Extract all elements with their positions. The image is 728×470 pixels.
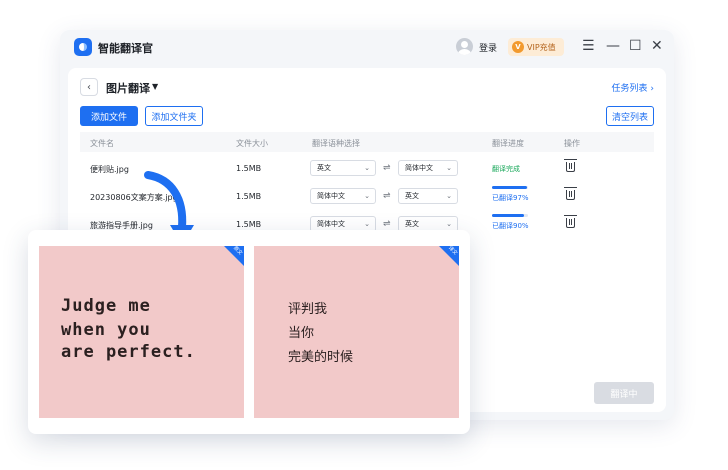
progress-fill <box>492 214 525 217</box>
progress-fill <box>492 186 527 189</box>
stage: 智能翻译官 登录 V VIP充值 ☰ — ☐ ✕ ‹ 图片翻译 ▼ 任务列表 ›… <box>0 0 728 470</box>
chevron-down-icon: ⌄ <box>364 164 370 172</box>
back-button[interactable]: ‹ <box>80 78 98 96</box>
vip-icon: V <box>512 41 524 53</box>
file-size: 1.5MB <box>236 164 262 173</box>
source-language-select[interactable]: 英文 ⌄ <box>310 160 376 176</box>
target-language-select[interactable]: 简体中文 ⌄ <box>398 160 458 176</box>
status-text: 已翻译97% <box>492 194 529 202</box>
menu-icon[interactable]: ☰ <box>582 37 595 55</box>
chevron-down-icon: ⌄ <box>364 220 370 228</box>
header-actions: 操作 <box>564 139 580 148</box>
app-logo-icon <box>74 38 92 56</box>
table-header: 文件名 文件大小 翻译语种选择 翻译进度 操作 <box>80 132 654 152</box>
trash-icon[interactable] <box>564 159 577 172</box>
swap-icon[interactable]: ⇌ <box>383 163 391 173</box>
progress-indicator: 已翻译97% <box>492 186 529 203</box>
vip-label: VIP充值 <box>527 42 556 52</box>
translated-text-line: 完美的时候 <box>288 350 354 365</box>
source-text-line: when you <box>61 320 151 340</box>
translating-button[interactable]: 翻译中 <box>594 382 654 404</box>
file-name: 便利贴.jpg <box>90 165 129 174</box>
login-link[interactable]: 登录 <box>479 41 497 54</box>
translated-text-line: 当你 <box>288 326 315 341</box>
source-text-line: are perfect. <box>61 342 196 362</box>
progress-indicator: 已翻译90% <box>492 214 529 231</box>
progress-bar <box>492 214 528 217</box>
vip-recharge-button[interactable]: V VIP充值 <box>508 38 564 56</box>
maximize-icon[interactable]: ☐ <box>629 37 642 55</box>
status-text: 已翻译90% <box>492 222 529 230</box>
chevron-down-icon[interactable]: ▼ <box>152 82 158 91</box>
file-size: 1.5MB <box>236 192 262 201</box>
swap-icon[interactable]: ⇌ <box>383 191 391 201</box>
task-list-link[interactable]: 任务列表 › <box>612 81 654 94</box>
minimize-icon[interactable]: — <box>606 37 620 55</box>
add-folder-button[interactable]: 添加文件夹 <box>145 106 203 126</box>
page-title[interactable]: 图片翻译 <box>106 80 150 96</box>
translation-preview-card: 原文 Judge me when you are perfect. 译文 评判我… <box>28 230 470 434</box>
source-text-line: Judge me <box>61 296 151 316</box>
clear-list-button[interactable]: 清空列表 <box>606 106 654 126</box>
chevron-down-icon: ⌄ <box>364 192 370 200</box>
chevron-down-icon: ⌄ <box>446 164 452 172</box>
trash-icon[interactable] <box>564 187 577 200</box>
header-filesize: 文件大小 <box>236 139 268 148</box>
chevron-down-icon: ⌄ <box>446 192 452 200</box>
status-text: 翻译完成 <box>492 165 520 173</box>
chevron-down-icon: ⌄ <box>446 220 452 228</box>
trash-icon[interactable] <box>564 215 577 228</box>
source-language-select[interactable]: 简体中文 ⌄ <box>310 188 376 204</box>
swap-icon[interactable]: ⇌ <box>383 219 391 229</box>
title-bar: 智能翻译官 登录 V VIP充值 ☰ — ☐ ✕ <box>60 30 674 64</box>
close-icon[interactable]: ✕ <box>651 37 663 55</box>
translated-text-line: 评判我 <box>288 302 328 317</box>
target-language-select[interactable]: 英文 ⌄ <box>398 188 458 204</box>
translated-image-panel: 译文 评判我 当你 完美的时候 <box>254 246 459 418</box>
app-title: 智能翻译官 <box>98 42 153 55</box>
header-language: 翻译语种选择 <box>312 139 360 148</box>
source-image-panel: 原文 Judge me when you are perfect. <box>39 246 244 418</box>
progress-bar <box>492 186 528 189</box>
file-size: 1.5MB <box>236 220 262 229</box>
add-file-button[interactable]: 添加文件 <box>80 106 138 126</box>
avatar[interactable] <box>456 38 473 55</box>
header-filename: 文件名 <box>90 139 114 148</box>
header-progress: 翻译进度 <box>492 139 524 148</box>
